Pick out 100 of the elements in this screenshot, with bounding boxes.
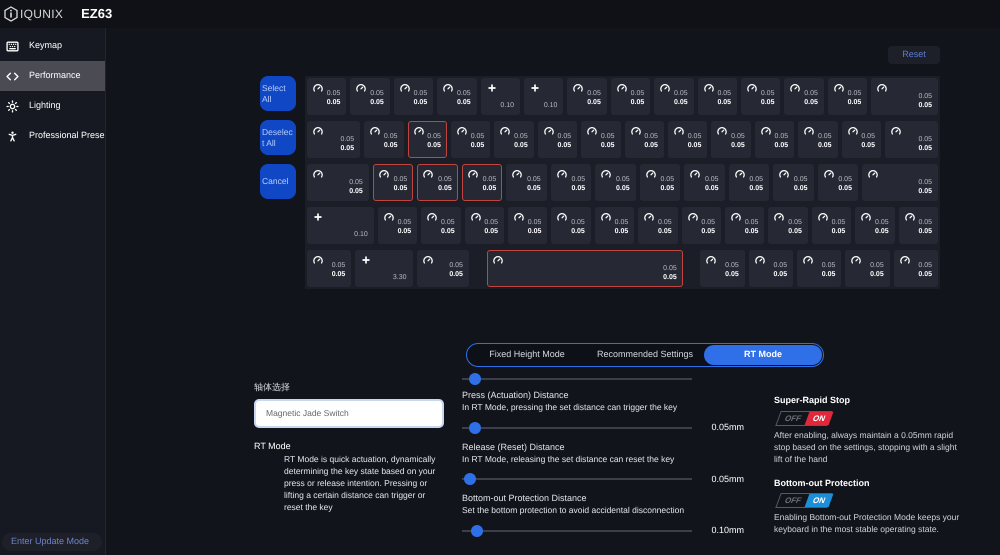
gauge-icon [779, 169, 790, 179]
gauge-icon [690, 169, 700, 179]
toggle-switch[interactable]: OFF ON [775, 493, 833, 508]
switch-select-field[interactable]: Magnetic Jade Switch [254, 398, 444, 428]
slider-value: 0.10mm [710, 524, 744, 537]
gauge-icon [384, 212, 394, 222]
gauge-icon [313, 169, 323, 179]
gauge-icon [717, 126, 728, 136]
sidebar-item[interactable]: Lighting [0, 91, 105, 121]
gauge-icon [818, 212, 828, 222]
reset-button[interactable]: Reset [888, 46, 940, 64]
gauge-icon [644, 212, 654, 222]
gauge-icon [370, 126, 380, 136]
gauge-icon [313, 83, 323, 93]
slider[interactable] [462, 373, 692, 385]
gauge-icon [422, 255, 433, 265]
setting-description: In RT Mode, releasing the set distance can reset the key [462, 452, 676, 464]
gauge-icon [427, 212, 438, 222]
gauge-icon [674, 126, 684, 136]
gauge-icon [747, 83, 758, 93]
gauge-icon [734, 169, 745, 179]
gauge-icon [313, 255, 323, 265]
gauge-icon [803, 255, 814, 265]
selection-button[interactable]: Deselect All [260, 120, 296, 155]
gauge-icon [760, 126, 771, 136]
toggle-description: Enabling Bottom-out Protection Mode keeps your keyboard in the most stable operating state. [774, 511, 960, 535]
sidebar-item[interactable]: Keymap [0, 31, 105, 61]
gauge-icon [470, 212, 481, 222]
gauge-icon [904, 212, 915, 222]
gauge-icon [400, 83, 410, 93]
on-label: ON [804, 494, 834, 507]
keyboard-icon [6, 40, 19, 52]
person-icon [6, 130, 19, 142]
gauge-icon [646, 169, 656, 179]
gauge-icon [824, 169, 834, 179]
mode-tab[interactable]: Fixed Height Mode [468, 345, 586, 365]
gauge-icon [861, 212, 872, 222]
slider[interactable] [462, 473, 692, 486]
sun-icon [6, 100, 19, 112]
gauge-icon [544, 126, 554, 136]
mode-tab[interactable]: Recommended Settings [586, 345, 704, 365]
mode-tab[interactable]: RT Mode [704, 345, 822, 365]
gauge-icon [600, 212, 611, 222]
gauge-icon [731, 212, 742, 222]
toggle-title: Super-Rapid Stop [774, 394, 851, 407]
gauge-icon [616, 83, 627, 93]
gauge-icon [601, 169, 612, 179]
slider-value: 0.05mm [710, 421, 744, 434]
gauge-icon [378, 169, 389, 179]
setting-description: Set the bottom protection to avoid accidental disconnection [462, 504, 686, 516]
gauge-icon [556, 169, 567, 179]
gauge-icon [877, 83, 888, 93]
gauge-icon [851, 255, 862, 265]
update-mode-button[interactable]: Enter Update Mode [2, 533, 102, 551]
gauge-icon [900, 255, 910, 265]
gauge-icon [456, 126, 467, 136]
slider-value: 0.05mm [710, 472, 744, 486]
slider-thumb[interactable] [470, 524, 483, 537]
plus-icon [361, 255, 372, 265]
selection-button[interactable]: Select All [260, 76, 296, 111]
on-label: ON [804, 412, 834, 424]
gauge-icon [492, 255, 503, 265]
gauge-icon [890, 126, 901, 136]
gauge-icon [790, 83, 800, 93]
setting-description: In RT Mode, pressing the set distance can trigger the key [462, 401, 678, 413]
mode-description: RT Mode is quick actuation, dynamically determining the key state based on your press or release intention. Pressing or lifting a certain distance can trigger or reset the key [283, 453, 436, 513]
gauge-icon [414, 126, 424, 136]
slider[interactable] [462, 524, 692, 537]
setting-title: Bottom-out Protection Distance [462, 492, 588, 504]
selection-button[interactable]: Cancel [260, 164, 296, 199]
toggle-switch[interactable]: OFF ON [775, 410, 833, 426]
gauge-icon [868, 169, 878, 179]
model-name: EZ63 [81, 5, 112, 24]
gauge-icon [573, 83, 584, 93]
gauge-icon [774, 212, 784, 222]
plus-icon [486, 83, 497, 93]
brand-name: IQUNIX [20, 6, 64, 23]
gauge-icon [704, 83, 714, 93]
gauge-icon [848, 126, 858, 136]
gauge-icon [557, 212, 568, 222]
plus-icon [530, 83, 540, 93]
plus-icon [313, 212, 323, 222]
toggle-title: Bottom-out Protection [774, 476, 870, 490]
gauge-icon [754, 255, 765, 265]
gauge-icon [587, 126, 598, 136]
gauge-icon [514, 212, 524, 222]
toggle-description: After enabling, always maintain a 0.05mm rapid stop based on the settings, stopping with a slight lift of the hand [774, 428, 958, 464]
slider[interactable] [462, 422, 692, 434]
gauge-icon [688, 212, 698, 222]
slider-thumb[interactable] [468, 373, 481, 385]
gauge-icon [834, 83, 844, 93]
slider-thumb[interactable] [464, 473, 476, 486]
gauge-icon [313, 126, 323, 136]
sidebar-item[interactable]: Performance [0, 61, 105, 91]
gauge-icon [630, 126, 641, 136]
off-label: OFF [782, 495, 804, 507]
sidebar-item[interactable]: Professional Prese [0, 121, 105, 151]
slider-thumb[interactable] [468, 422, 481, 434]
gauge-icon [423, 169, 434, 179]
gauge-icon [706, 255, 716, 265]
